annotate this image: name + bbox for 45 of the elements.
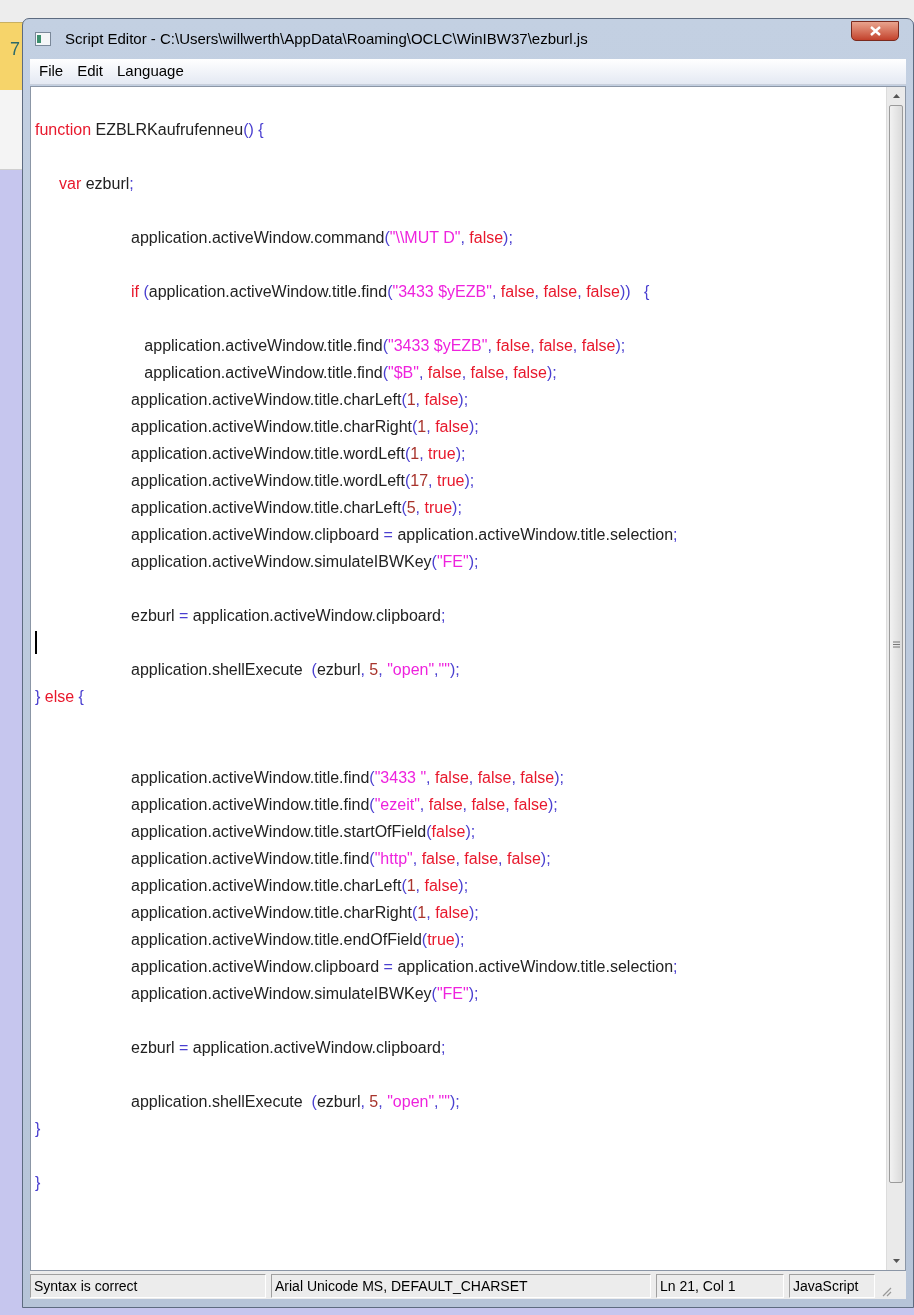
menu-item[interactable]: Language bbox=[112, 60, 189, 83]
scroll-thumb[interactable] bbox=[889, 105, 903, 1183]
background-text: 7 bbox=[10, 38, 20, 61]
code-line: application.activeWindow.title.startOfField(false); bbox=[130, 823, 476, 840]
code-line: application.shellExecute (ezburl, 5, "open",""); bbox=[130, 1093, 460, 1110]
code-line: application.activeWindow.title.charLeft(5, true); bbox=[130, 499, 462, 516]
status-pane: Arial Unicode MS, DEFAULT_CHARSET bbox=[271, 1274, 651, 1298]
code-line: application.activeWindow.title.find("http", false, false, false); bbox=[130, 850, 551, 867]
code-line: application.activeWindow.title.endOfField(true); bbox=[130, 931, 465, 948]
code-line: application.activeWindow.title.charRight(1, false); bbox=[130, 904, 479, 921]
code-line: ezburl = application.activeWindow.clipboard; bbox=[130, 607, 446, 624]
scrollbar[interactable] bbox=[886, 87, 905, 1270]
app-icon bbox=[35, 32, 51, 46]
code-line: application.shellExecute (ezburl, 5, "open",""); bbox=[130, 661, 460, 678]
window-title: Script Editor - C:\Users\willwerth\AppData\Roaming\OCLC\WinIBW37\ezburl.js bbox=[65, 28, 588, 49]
menu-item[interactable]: File bbox=[34, 60, 69, 83]
code-line: application.activeWindow.title.charLeft(1, false); bbox=[130, 391, 469, 408]
code-line: if (application.activeWindow.title.find("3433 $yEZB", false, false, false)) { bbox=[130, 283, 650, 300]
code-line: application.activeWindow.clipboard = application.activeWindow.title.selection; bbox=[130, 958, 678, 975]
code-line: } bbox=[35, 1174, 41, 1191]
grip-icon bbox=[892, 640, 900, 648]
code-line: application.activeWindow.title.find("3433 ", false, false, false); bbox=[130, 769, 564, 786]
status-pane: Ln 21, Col 1 bbox=[656, 1274, 784, 1298]
code-line: ezburl = application.activeWindow.clipboard; bbox=[130, 1039, 446, 1056]
code-line: } else { bbox=[35, 688, 84, 705]
close-icon bbox=[869, 26, 881, 36]
menu-item[interactable]: Edit bbox=[72, 60, 109, 83]
code-line: application.activeWindow.clipboard = application.activeWindow.title.selection; bbox=[130, 526, 678, 543]
code-line: application.activeWindow.simulateIBWKey("FE"); bbox=[130, 985, 479, 1002]
status-pane: Syntax is correct bbox=[30, 1274, 266, 1298]
code-line: function EZBLRKaufrufenneu() { bbox=[35, 121, 264, 138]
status-pane: JavaScript bbox=[789, 1274, 875, 1298]
code-line: application.activeWindow.title.charRight(1, false); bbox=[130, 418, 479, 435]
code-line: application.activeWindow.command("\\MUT D", false); bbox=[130, 229, 513, 246]
code-line: application.activeWindow.title.wordLeft(1, true); bbox=[130, 445, 466, 462]
code-line: application.activeWindow.simulateIBWKey("FE"); bbox=[130, 553, 479, 570]
code-line: } bbox=[35, 1120, 41, 1137]
code-line: application.activeWindow.title.find("ezeit", false, false, false); bbox=[130, 796, 558, 813]
code-line: application.activeWindow.title.wordLeft(17, true); bbox=[130, 472, 475, 489]
code-line: var ezburl; bbox=[58, 175, 134, 192]
code-line: application.activeWindow.title.find("$B", false, false, false); bbox=[143, 364, 557, 381]
close-button[interactable] bbox=[851, 21, 899, 41]
code-line: application.activeWindow.title.charLeft(1, false); bbox=[130, 877, 469, 894]
resize-grip-icon[interactable] bbox=[880, 1285, 892, 1297]
code-line: application.activeWindow.title.find("3433 $yEZB", false, false, false); bbox=[143, 337, 626, 354]
